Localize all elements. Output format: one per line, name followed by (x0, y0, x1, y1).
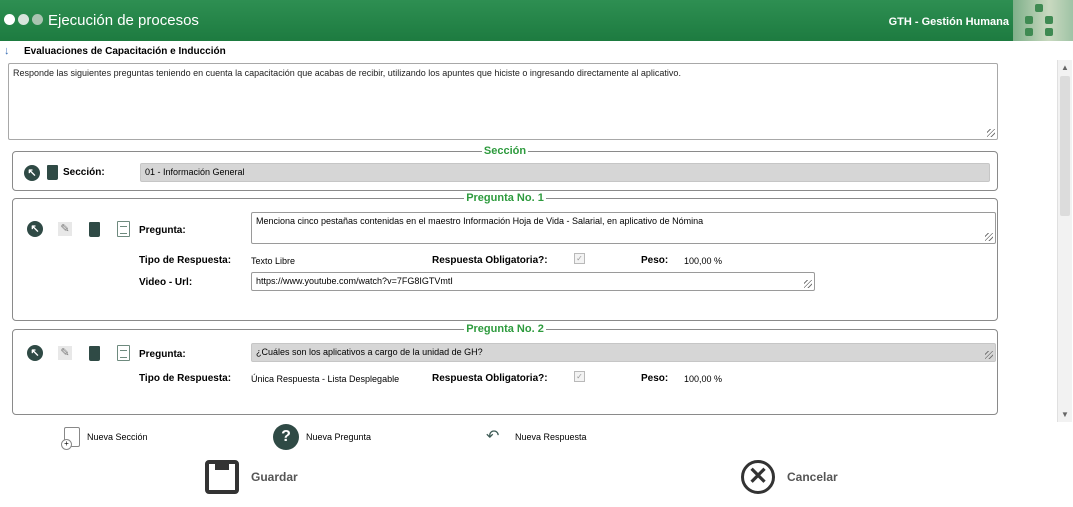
question-2-fieldset: Pregunta No. 2 ↖ ✎ Pregunta: ¿Cuáles son… (12, 323, 998, 415)
info-arrow-icon[interactable]: ↓ (4, 45, 14, 57)
response-type-value: Texto Libre (251, 256, 296, 266)
app-title: Ejecución de procesos (48, 12, 199, 29)
resize-handle[interactable] (985, 351, 993, 359)
save-label: Guardar (251, 470, 298, 484)
weight-label: Peso: (641, 255, 669, 266)
scroll-thumb[interactable] (1060, 76, 1070, 216)
weight-value: 100,00 % (684, 374, 723, 384)
dot-icon (32, 14, 43, 25)
resize-handle[interactable] (985, 233, 993, 241)
required-label: Respuesta Obligatoria?: (432, 255, 548, 266)
instructions-text: Responde las siguientes preguntas tenien… (13, 68, 681, 78)
scroll-down-icon[interactable]: ▼ (1061, 410, 1069, 419)
required-checkbox[interactable]: ✓ (574, 371, 585, 382)
page-subtitle: Evaluaciones de Capacitación e Inducción (24, 45, 226, 57)
trash-icon[interactable] (89, 222, 100, 237)
go-arrow-icon[interactable]: ↖ (27, 345, 43, 361)
section-value: 01 - Información General (145, 167, 245, 177)
question-1-field[interactable]: Menciona cinco pestañas contenidas en el… (251, 212, 996, 244)
question-1-legend: Pregunta No. 1 (464, 192, 546, 204)
question-2-field[interactable]: ¿Cuáles son los aplicativos a cargo de l… (251, 343, 996, 362)
question-1-value: Menciona cinco pestañas contenidas en el… (256, 216, 704, 226)
scroll-up-icon[interactable]: ▲ (1061, 63, 1069, 72)
question-2-value: ¿Cuáles son los aplicativos a cargo de l… (256, 347, 483, 357)
section-legend: Sección (481, 145, 529, 157)
go-arrow-icon[interactable]: ↖ (27, 221, 43, 237)
question-label: Pregunta: (139, 225, 186, 236)
trash-icon[interactable] (89, 346, 100, 361)
new-answer-label: Nueva Respuesta (515, 432, 587, 442)
weight-label: Peso: (641, 373, 669, 384)
pencil-icon[interactable]: ✎ (58, 222, 72, 236)
new-answer-button[interactable]: ↶ Nueva Respuesta (486, 428, 587, 445)
video-url-label: Video - Url: (139, 277, 193, 288)
resize-handle[interactable] (987, 129, 995, 137)
new-section-icon (61, 427, 80, 450)
cancel-label: Cancelar (787, 470, 838, 484)
dot-icon (4, 14, 15, 25)
instructions-textarea[interactable]: Responde las siguientes preguntas tenien… (8, 63, 998, 140)
response-type-value: Única Respuesta - Lista Desplegable (251, 374, 400, 384)
section-label: Sección: (63, 167, 105, 178)
app-header: Ejecución de procesos GTH - Gestión Huma… (0, 0, 1073, 41)
go-arrow-icon[interactable]: ↖ (24, 165, 40, 181)
response-type-label: Tipo de Respuesta: (139, 255, 232, 266)
question-1-fieldset: Pregunta No. 1 ↖ ✎ Pregunta: Menciona ci… (12, 192, 998, 321)
brand-label: GTH - Gestión Humana (888, 16, 1009, 28)
new-section-label: Nueva Sección (87, 432, 148, 442)
close-circle-icon: ✕ (741, 460, 775, 494)
cancel-button[interactable]: ✕ Cancelar (741, 460, 838, 494)
vertical-scrollbar[interactable]: ▲ ▼ (1057, 60, 1072, 422)
floppy-disk-icon (205, 460, 239, 494)
save-button[interactable]: Guardar (205, 460, 298, 494)
trash-icon[interactable] (47, 165, 58, 180)
dot-icon (18, 14, 29, 25)
resize-handle[interactable] (804, 280, 812, 288)
new-question-button[interactable]: ? Nueva Pregunta (273, 424, 371, 450)
pencil-icon[interactable]: ✎ (58, 346, 72, 360)
section-field[interactable]: 01 - Información General (140, 163, 990, 182)
question-label: Pregunta: (139, 349, 186, 360)
question-mark-icon: ? (273, 424, 299, 450)
new-question-label: Nueva Pregunta (306, 432, 372, 442)
org-chart-icon (1013, 0, 1073, 41)
window-dots (4, 14, 43, 25)
new-section-button[interactable]: Nueva Sección (61, 427, 148, 450)
document-icon[interactable] (117, 345, 130, 361)
required-label: Respuesta Obligatoria?: (432, 373, 548, 384)
document-icon[interactable] (117, 221, 130, 237)
required-checkbox[interactable]: ✓ (574, 253, 585, 264)
page-subtitle-row: ↓ Evaluaciones de Capacitación e Inducci… (4, 44, 226, 58)
question-2-legend: Pregunta No. 2 (464, 323, 546, 335)
response-type-label: Tipo de Respuesta: (139, 373, 232, 384)
weight-value: 100,00 % (684, 256, 723, 266)
video-url-field[interactable]: https://www.youtube.com/watch?v=7FG8IGTV… (251, 272, 815, 291)
section-fieldset: Sección ↖ Sección: 01 - Información Gene… (12, 145, 998, 191)
reply-arrow-icon: ↶ (486, 428, 500, 445)
video-url-value: https://www.youtube.com/watch?v=7FG8IGTV… (256, 276, 453, 286)
